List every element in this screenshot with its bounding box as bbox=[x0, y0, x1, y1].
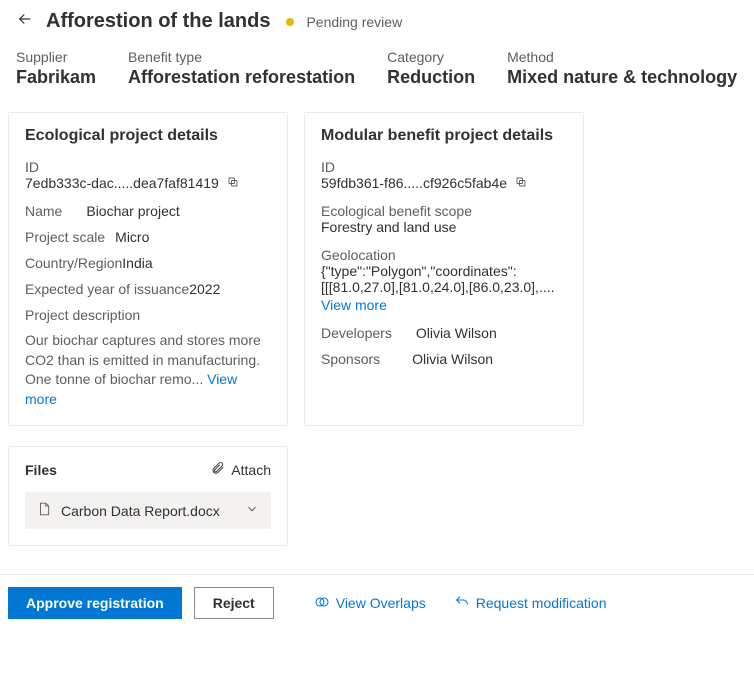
eco-scale-label: Project scale bbox=[25, 229, 105, 245]
mod-view-more-link[interactable]: View more bbox=[321, 297, 567, 313]
copy-icon[interactable] bbox=[227, 177, 239, 191]
document-icon bbox=[37, 502, 51, 519]
modular-card: Modular benefit project details ID 59fdb… bbox=[304, 112, 584, 426]
eco-desc-label: Project description bbox=[25, 307, 271, 323]
eco-country-value: India bbox=[122, 255, 152, 271]
attach-button[interactable]: Attach bbox=[211, 461, 271, 478]
mod-id-label: ID bbox=[321, 159, 567, 175]
status-dot-icon bbox=[286, 18, 294, 26]
back-button[interactable] bbox=[16, 10, 34, 33]
view-overlaps-link[interactable]: View Overlaps bbox=[314, 594, 426, 613]
benefit-type-value: Afforestation reforestation bbox=[128, 67, 355, 88]
files-title: Files bbox=[25, 462, 57, 478]
page-title: Afforestion of the lands bbox=[46, 10, 270, 33]
footer-bar: Approve registration Reject View Overlap… bbox=[0, 574, 754, 631]
benefit-type-label: Benefit type bbox=[128, 49, 355, 65]
eco-year-value: 2022 bbox=[189, 281, 220, 297]
paperclip-icon bbox=[211, 461, 225, 478]
overlap-icon bbox=[314, 594, 330, 613]
eco-name-value: Biochar project bbox=[86, 203, 179, 219]
mod-sponsor-value: Olivia Wilson bbox=[412, 351, 493, 367]
file-name: Carbon Data Report.docx bbox=[61, 503, 235, 519]
mod-id-value: 59fdb361-f86.....cf926c5fab4e bbox=[321, 175, 507, 191]
category-value: Reduction bbox=[387, 67, 475, 88]
chevron-down-icon bbox=[245, 502, 259, 519]
eco-id-label: ID bbox=[25, 159, 271, 175]
supplier-value: Fabrikam bbox=[16, 67, 96, 88]
ecological-title: Ecological project details bbox=[25, 127, 271, 145]
mod-geo-value: {"type":"Polygon","coordinates":[[[81.0,… bbox=[321, 263, 567, 295]
request-modification-link[interactable]: Request modification bbox=[454, 594, 607, 613]
method-label: Method bbox=[507, 49, 737, 65]
mod-sponsor-label: Sponsors bbox=[321, 351, 380, 367]
undo-icon bbox=[454, 594, 470, 613]
ecological-card: Ecological project details ID 7edb333c-d… bbox=[8, 112, 288, 426]
mod-geo-label: Geolocation bbox=[321, 247, 567, 263]
category-label: Category bbox=[387, 49, 475, 65]
method-value: Mixed nature & technology bbox=[507, 67, 737, 88]
request-modification-label: Request modification bbox=[476, 595, 607, 611]
mod-dev-value: Olivia Wilson bbox=[416, 325, 497, 341]
eco-year-label: Expected year of issuance bbox=[25, 281, 189, 297]
eco-country-label: Country/Region bbox=[25, 255, 122, 271]
supplier-label: Supplier bbox=[16, 49, 96, 65]
eco-name-label: Name bbox=[25, 203, 62, 219]
modular-title: Modular benefit project details bbox=[321, 127, 567, 145]
meta-row: Supplier Fabrikam Benefit type Afforesta… bbox=[0, 35, 754, 104]
mod-dev-label: Developers bbox=[321, 325, 392, 341]
mod-scope-label: Ecological benefit scope bbox=[321, 203, 567, 219]
files-card: Files Attach Carbon Data Report.docx bbox=[8, 446, 288, 546]
eco-id-value: 7edb333c-dac.....dea7faf81419 bbox=[25, 175, 219, 191]
reject-button[interactable]: Reject bbox=[194, 587, 274, 619]
eco-scale-value: Micro bbox=[115, 229, 149, 245]
status-badge: Pending review bbox=[306, 14, 402, 30]
approve-button[interactable]: Approve registration bbox=[8, 587, 182, 619]
attach-label: Attach bbox=[231, 462, 271, 478]
file-row[interactable]: Carbon Data Report.docx bbox=[25, 492, 271, 529]
copy-icon[interactable] bbox=[515, 177, 527, 191]
mod-scope-value: Forestry and land use bbox=[321, 219, 567, 235]
view-overlaps-label: View Overlaps bbox=[336, 595, 426, 611]
